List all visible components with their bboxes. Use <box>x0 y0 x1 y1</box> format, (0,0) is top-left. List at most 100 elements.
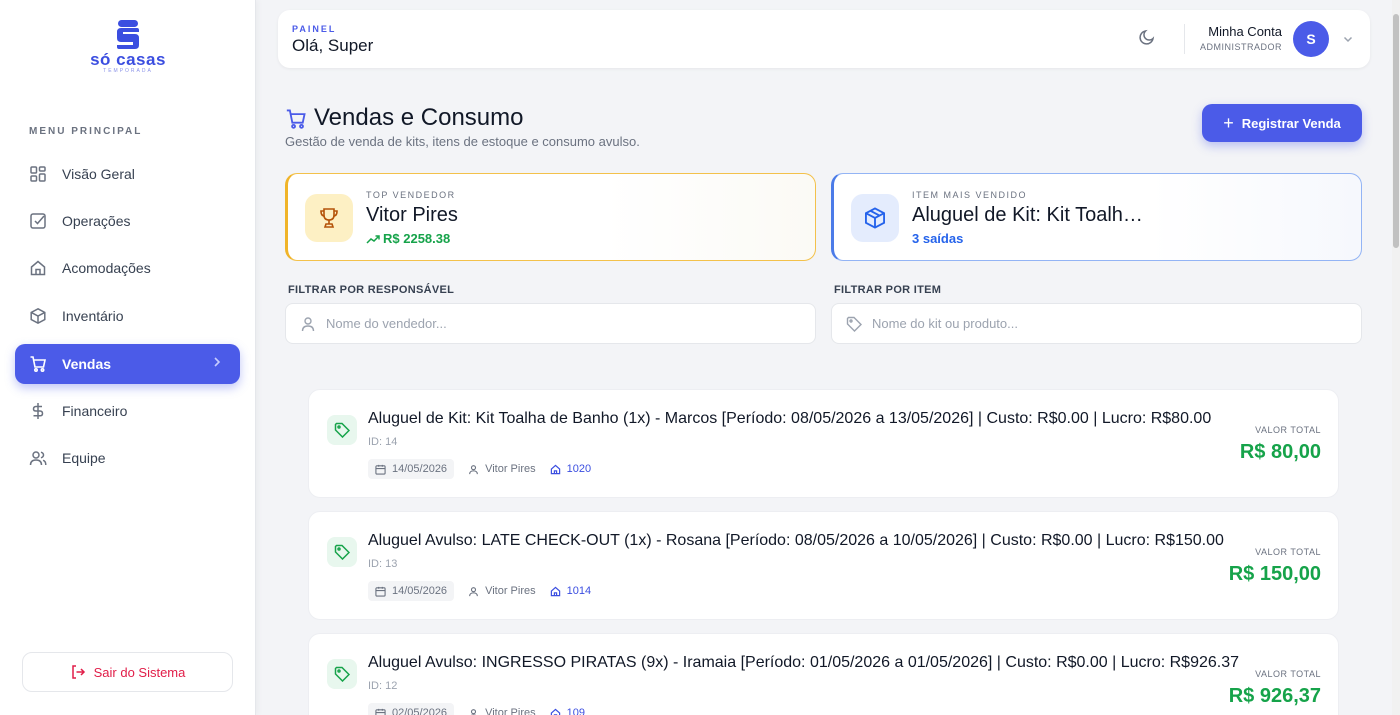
sale-total-label: VALOR TOTAL <box>1255 425 1321 435</box>
users-icon <box>29 449 47 467</box>
calendar-icon <box>375 708 386 715</box>
account-info[interactable]: Minha Conta ADMINISTRADOR <box>1200 24 1282 52</box>
sale-card[interactable]: Aluguel de Kit: Kit Toalha de Banho (1x)… <box>308 389 1339 498</box>
sale-id: ID: 13 <box>368 558 398 570</box>
seller-filter-input[interactable] <box>326 316 786 331</box>
user-icon <box>468 464 479 475</box>
user-icon <box>300 316 316 332</box>
sale-date: 14/05/2026 <box>368 581 455 601</box>
sale-title: Aluguel Avulso: LATE CHECK-OUT (1x) - Ro… <box>368 532 1224 549</box>
sidebar-item-visao-geral[interactable]: Visão Geral <box>15 154 240 194</box>
sale-total-label: VALOR TOTAL <box>1255 547 1321 557</box>
tag-icon <box>846 316 862 332</box>
trending-up-icon <box>366 234 380 244</box>
tag-icon <box>327 537 357 567</box>
sale-total: R$ 150,00 <box>1228 563 1321 585</box>
sale-meta: 02/05/2026 Vitor Pires 109 <box>368 703 585 715</box>
sale-total: R$ 80,00 <box>1239 441 1321 463</box>
logout-button[interactable]: Sair do Sistema <box>22 652 233 692</box>
home-icon <box>550 586 561 597</box>
page-subtitle: Gestão de venda de kits, itens de estoqu… <box>285 134 640 149</box>
scrollbar-thumb[interactable] <box>1393 14 1399 248</box>
sale-room[interactable]: 109 <box>550 707 585 715</box>
sale-seller: Vitor Pires <box>468 463 536 475</box>
calendar-icon <box>375 464 386 475</box>
sale-meta: 14/05/2026 Vitor Pires 1014 <box>368 581 591 601</box>
brand-tagline: TEMPORADA <box>103 68 153 74</box>
logout-label: Sair do Sistema <box>93 664 186 680</box>
register-sale-label: Registrar Venda <box>1241 115 1341 131</box>
sidebar-item-operacoes[interactable]: Operações <box>15 201 240 241</box>
sidebar-item-label: Inventário <box>62 308 124 324</box>
plus-icon: + <box>1223 113 1234 133</box>
header-divider <box>1184 24 1185 54</box>
sidebar-item-acomodacoes[interactable]: Acomodações <box>15 248 240 288</box>
logo-mark-icon <box>117 20 139 49</box>
sale-id: ID: 12 <box>368 680 398 692</box>
grid-icon <box>29 165 47 183</box>
calendar-icon <box>375 586 386 597</box>
user-icon <box>468 708 479 715</box>
sale-seller: Vitor Pires <box>468 585 536 597</box>
sale-meta: 14/05/2026 Vitor Pires 1020 <box>368 459 591 479</box>
sale-seller: Vitor Pires <box>468 707 536 715</box>
avatar[interactable]: S <box>1293 21 1329 57</box>
dollar-icon <box>29 402 47 420</box>
account-role: ADMINISTRADOR <box>1199 42 1282 52</box>
sidebar-item-label: Visão Geral <box>62 166 135 182</box>
page-title: Vendas e Consumo <box>314 104 524 131</box>
item-filter-label: FILTRAR POR ITEM <box>834 284 942 296</box>
item-filter-field[interactable] <box>831 303 1362 344</box>
sale-total-label: VALOR TOTAL <box>1255 669 1321 679</box>
item-filter-input[interactable] <box>872 316 1332 331</box>
sale-id: ID: 14 <box>368 436 398 448</box>
sidebar-item-label: Acomodações <box>62 260 151 276</box>
seller-filter-label: FILTRAR POR RESPONSÁVEL <box>288 284 455 296</box>
sidebar-item-financeiro[interactable]: Financeiro <box>15 391 240 431</box>
sidebar-item-inventario[interactable]: Inventário <box>15 296 240 336</box>
logout-icon <box>70 664 86 680</box>
menu-title: MENU PRINCIPAL <box>29 126 143 137</box>
sidebar-item-label: Financeiro <box>62 403 128 419</box>
top-seller-name: Vitor Pires <box>366 204 458 226</box>
cart-icon <box>285 108 307 135</box>
sale-title: Aluguel de Kit: Kit Toalha de Banho (1x)… <box>368 410 1212 427</box>
brand-logo[interactable]: só casas TEMPORADA <box>0 20 256 84</box>
sale-date: 14/05/2026 <box>368 459 455 479</box>
sidebar-item-label: Equipe <box>62 450 106 466</box>
top-item-label: ITEM MAIS VENDIDO <box>912 190 1028 200</box>
page-scrollbar[interactable] <box>1392 0 1400 715</box>
cart-icon <box>29 355 47 373</box>
sale-card[interactable]: Aluguel Avulso: LATE CHECK-OUT (1x) - Ro… <box>308 511 1339 620</box>
home-icon <box>550 708 561 715</box>
tag-icon <box>327 659 357 689</box>
top-header: PAINEL Olá, Super Minha Conta ADMINISTRA… <box>278 10 1370 68</box>
sidebar-item-label: Operações <box>62 213 131 229</box>
top-seller-amount-row: R$ 2258.38 <box>366 231 450 246</box>
box-icon <box>851 194 899 242</box>
moon-icon[interactable] <box>1138 28 1156 51</box>
top-item-count: 3 saídas <box>912 231 964 246</box>
header-greeting: Olá, Super <box>292 36 374 55</box>
top-seller-amount: R$ 2258.38 <box>383 231 451 246</box>
sale-date: 02/05/2026 <box>368 703 455 715</box>
trophy-icon <box>305 194 353 242</box>
sidebar-item-equipe[interactable]: Equipe <box>15 438 240 478</box>
chevron-down-icon[interactable] <box>1342 32 1354 50</box>
account-name: Minha Conta <box>1208 24 1282 39</box>
register-sale-button[interactable]: + Registrar Venda <box>1202 104 1362 142</box>
sidebar-item-label: Vendas <box>62 356 112 372</box>
chevron-right-icon <box>212 356 222 371</box>
top-item-card: ITEM MAIS VENDIDO Aluguel de Kit: Kit To… <box>831 173 1362 261</box>
checkbox-icon <box>29 212 47 230</box>
sale-room[interactable]: 1020 <box>550 463 591 475</box>
sidebar-item-vendas[interactable]: Vendas <box>15 344 240 384</box>
top-seller-card: TOP VENDEDOR Vitor Pires R$ 2258.38 <box>285 173 816 261</box>
header-section: PAINEL <box>292 24 337 34</box>
sale-room[interactable]: 1014 <box>550 585 591 597</box>
seller-filter-field[interactable] <box>285 303 816 344</box>
box-icon <box>29 307 47 325</box>
sale-card[interactable]: Aluguel Avulso: INGRESSO PIRATAS (9x) - … <box>308 633 1339 715</box>
top-item-name: Aluguel de Kit: Kit Toalh… <box>912 204 1143 226</box>
sidebar: só casas TEMPORADA MENU PRINCIPAL Visão … <box>0 0 256 715</box>
